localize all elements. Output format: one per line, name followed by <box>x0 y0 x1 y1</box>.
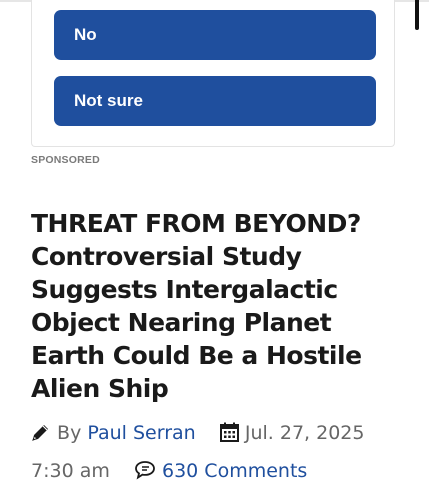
poll-option-no[interactable]: No <box>54 10 376 60</box>
calendar-icon <box>219 419 239 454</box>
article-meta: By Paul Serran Jul. 27, 2025 7:30 am 630… <box>31 416 411 492</box>
sponsored-label: SPONSORED <box>31 154 100 166</box>
article-headline[interactable]: THREAT FROM BEYOND? Controversial Study … <box>31 207 403 405</box>
pencil-icon <box>31 419 51 454</box>
poll-card: No Not sure <box>31 0 395 147</box>
author-link[interactable]: Paul Serran <box>87 422 195 444</box>
by-label: By <box>57 422 82 444</box>
comments-link[interactable]: 630 Comments <box>162 460 307 482</box>
poll-option-not-sure[interactable]: Not sure <box>54 76 376 126</box>
comment-bubble-icon[interactable] <box>134 457 156 492</box>
scroll-indicator <box>415 0 419 30</box>
